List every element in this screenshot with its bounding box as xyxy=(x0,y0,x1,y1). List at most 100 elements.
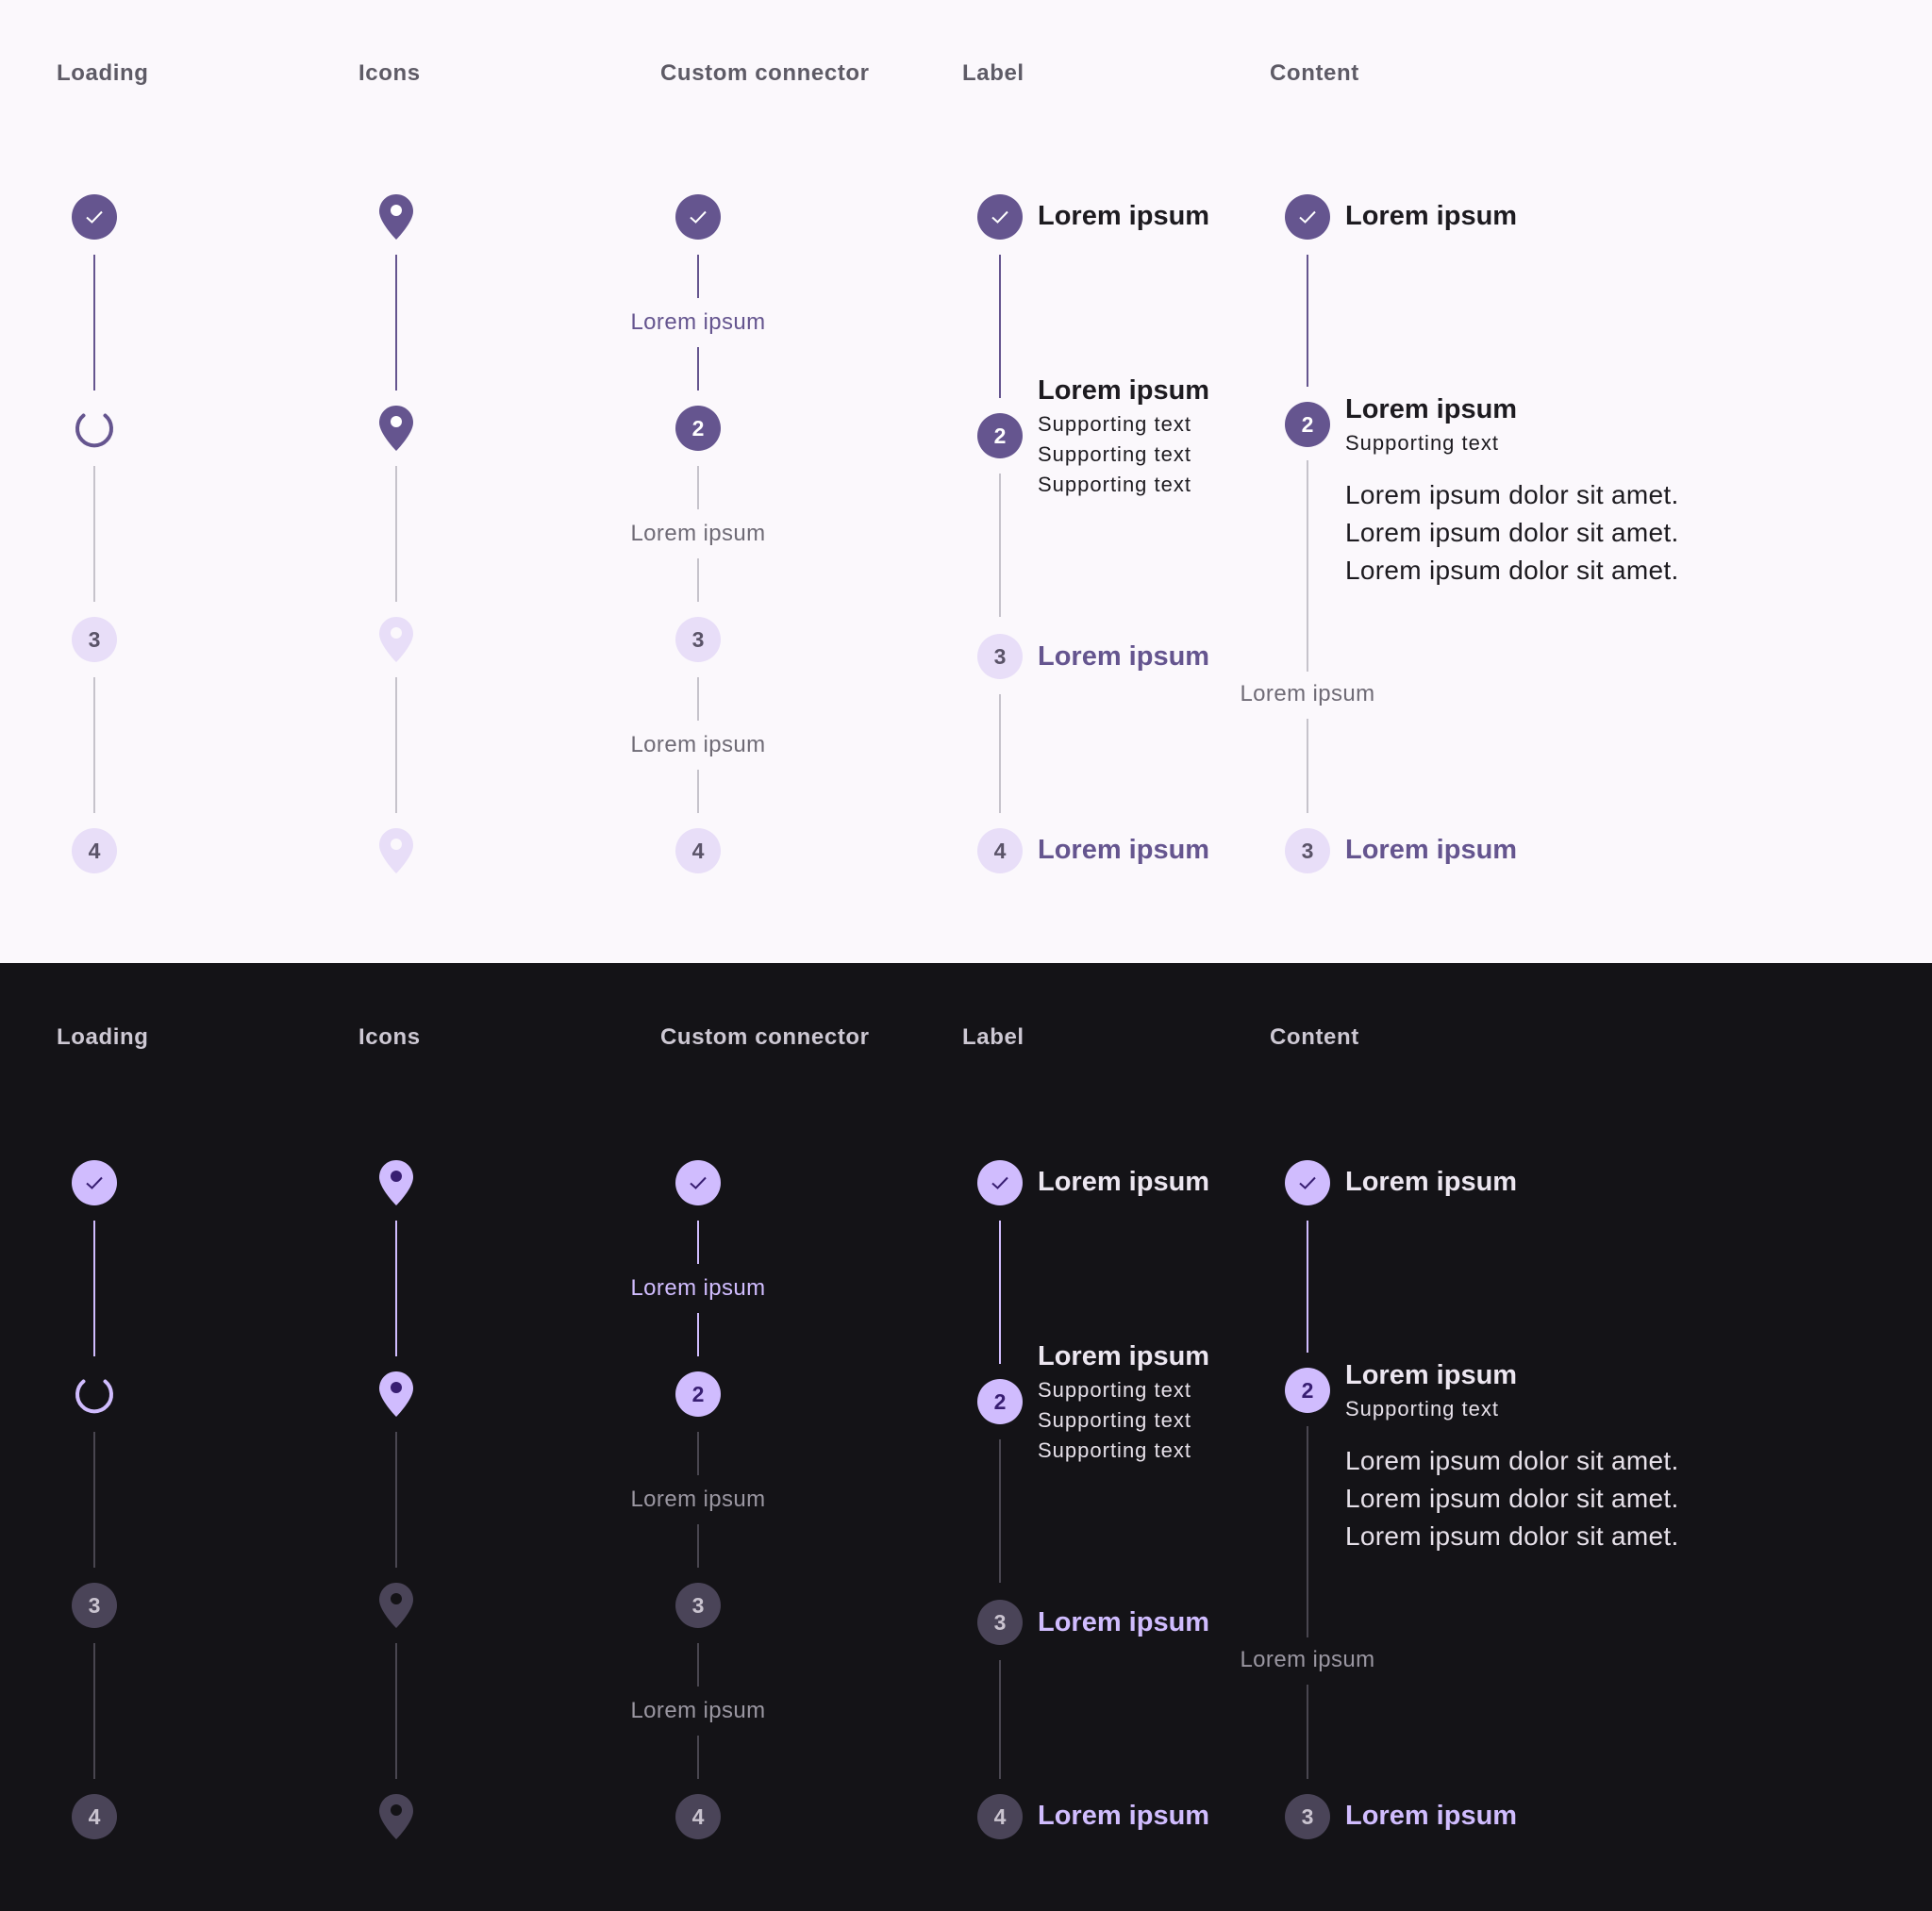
column-title-icons: Icons xyxy=(358,60,421,86)
step-4-node[interactable]: 4 xyxy=(977,1794,1023,1839)
step-4-node[interactable]: 4 xyxy=(675,828,721,873)
step-1-check-icon[interactable] xyxy=(1285,1160,1330,1205)
connector xyxy=(1307,1426,1308,1637)
connector xyxy=(697,1221,699,1264)
step-1-check-icon[interactable] xyxy=(675,1160,721,1205)
supporting-text: Supporting text xyxy=(1038,442,1191,466)
location-pin-icon[interactable] xyxy=(374,1157,419,1208)
step-3-node[interactable]: 3 xyxy=(977,1600,1023,1645)
step-1-check-icon[interactable] xyxy=(72,194,117,240)
connector xyxy=(697,677,699,721)
step-1-check-icon[interactable] xyxy=(675,194,721,240)
step-3-node[interactable]: 3 xyxy=(1285,828,1330,873)
step-title: Lorem ipsum xyxy=(1345,1360,1518,1390)
connector xyxy=(697,1432,699,1475)
step-2-node[interactable]: 2 xyxy=(1285,402,1330,447)
connector xyxy=(395,1221,397,1356)
content-body-line: Lorem ipsum dolor sit amet. xyxy=(1345,480,1679,509)
location-pin-icon[interactable] xyxy=(374,825,419,876)
supporting-text: Supporting text xyxy=(1038,412,1191,436)
location-pin-icon[interactable] xyxy=(374,1791,419,1842)
location-pin-icon[interactable] xyxy=(374,1369,419,1420)
connector xyxy=(395,466,397,602)
step-title[interactable]: Lorem ipsum xyxy=(1038,643,1209,671)
step-1-check-icon[interactable] xyxy=(72,1160,117,1205)
connector xyxy=(999,255,1001,398)
connector xyxy=(93,1221,95,1356)
dark-theme-panel: Loading Icons Custom connector Label Con… xyxy=(0,963,1932,1911)
step-4-node[interactable]: 4 xyxy=(977,828,1023,873)
step-title[interactable]: Lorem ipsum xyxy=(1038,1803,1209,1830)
connector xyxy=(697,1313,699,1356)
step-3-node[interactable]: 3 xyxy=(977,634,1023,679)
loading-spinner-icon xyxy=(72,1371,117,1417)
step-title: Lorem ipsum xyxy=(1038,1341,1210,1371)
step-4-node[interactable]: 4 xyxy=(72,828,117,873)
supporting-text: Supporting text xyxy=(1345,1397,1499,1421)
connector-label: Lorem ipsum xyxy=(630,1275,766,1301)
connector xyxy=(697,347,699,391)
supporting-text: Supporting text xyxy=(1038,1438,1191,1462)
step-2-node[interactable]: 2 xyxy=(977,413,1023,458)
column-title-custom-connector: Custom connector xyxy=(660,1024,870,1050)
connector xyxy=(1307,719,1308,813)
step-3-node[interactable]: 3 xyxy=(675,1583,721,1628)
step-3-node[interactable]: 3 xyxy=(675,617,721,662)
connector xyxy=(395,677,397,813)
connector xyxy=(999,694,1001,813)
connector xyxy=(93,1643,95,1779)
connector xyxy=(697,1643,699,1687)
step-title[interactable]: Lorem ipsum xyxy=(1038,1609,1209,1637)
connector xyxy=(93,1432,95,1568)
column-title-content: Content xyxy=(1270,60,1359,86)
step-4-node[interactable]: 4 xyxy=(72,1794,117,1839)
step-4-node[interactable]: 4 xyxy=(675,1794,721,1839)
step-2-node[interactable]: 2 xyxy=(1285,1368,1330,1413)
content-body-line: Lorem ipsum dolor sit amet. xyxy=(1345,1446,1679,1475)
supporting-text: Supporting text xyxy=(1038,473,1191,496)
connector xyxy=(697,255,699,298)
connector-label: Lorem ipsum xyxy=(1240,1647,1375,1672)
step-2-node[interactable]: 2 xyxy=(977,1379,1023,1424)
loading-spinner-icon xyxy=(72,406,117,451)
location-pin-icon[interactable] xyxy=(374,191,419,242)
connector xyxy=(395,1643,397,1779)
connector xyxy=(999,474,1001,617)
step-title: Lorem ipsum xyxy=(1345,1167,1518,1197)
connector xyxy=(93,255,95,391)
step-1-check-icon[interactable] xyxy=(977,194,1023,240)
step-3-node[interactable]: 3 xyxy=(72,1583,117,1628)
supporting-text: Supporting text xyxy=(1038,1408,1191,1432)
step-1-check-icon[interactable] xyxy=(977,1160,1023,1205)
location-pin-icon[interactable] xyxy=(374,614,419,665)
step-title[interactable]: Lorem ipsum xyxy=(1345,837,1517,864)
column-title-label: Label xyxy=(962,60,1024,86)
connector xyxy=(999,1660,1001,1779)
step-title: Lorem ipsum xyxy=(1038,375,1210,406)
connector xyxy=(999,1221,1001,1364)
connector xyxy=(93,677,95,813)
step-2-node[interactable]: 2 xyxy=(675,1371,721,1417)
connector xyxy=(697,1524,699,1568)
step-3-node[interactable]: 3 xyxy=(1285,1794,1330,1839)
location-pin-icon[interactable] xyxy=(374,1580,419,1631)
connector xyxy=(93,466,95,602)
step-title[interactable]: Lorem ipsum xyxy=(1345,1803,1517,1830)
content-body-line: Lorem ipsum dolor sit amet. xyxy=(1345,1484,1679,1513)
connector xyxy=(395,255,397,391)
step-title[interactable]: Lorem ipsum xyxy=(1038,837,1209,864)
column-title-loading: Loading xyxy=(57,60,149,86)
step-3-node[interactable]: 3 xyxy=(72,617,117,662)
content-body-line: Lorem ipsum dolor sit amet. xyxy=(1345,556,1679,585)
connector-label: Lorem ipsum xyxy=(630,521,766,546)
step-2-node[interactable]: 2 xyxy=(675,406,721,451)
connector xyxy=(1307,460,1308,672)
connector-label: Lorem ipsum xyxy=(630,309,766,335)
column-title-loading: Loading xyxy=(57,1024,149,1050)
light-theme-panel: Loading Icons Custom connector Label Con… xyxy=(0,0,1932,963)
column-title-custom-connector: Custom connector xyxy=(660,60,870,86)
connector xyxy=(1307,1685,1308,1779)
step-1-check-icon[interactable] xyxy=(1285,194,1330,240)
location-pin-icon[interactable] xyxy=(374,403,419,454)
column-title-icons: Icons xyxy=(358,1024,421,1050)
